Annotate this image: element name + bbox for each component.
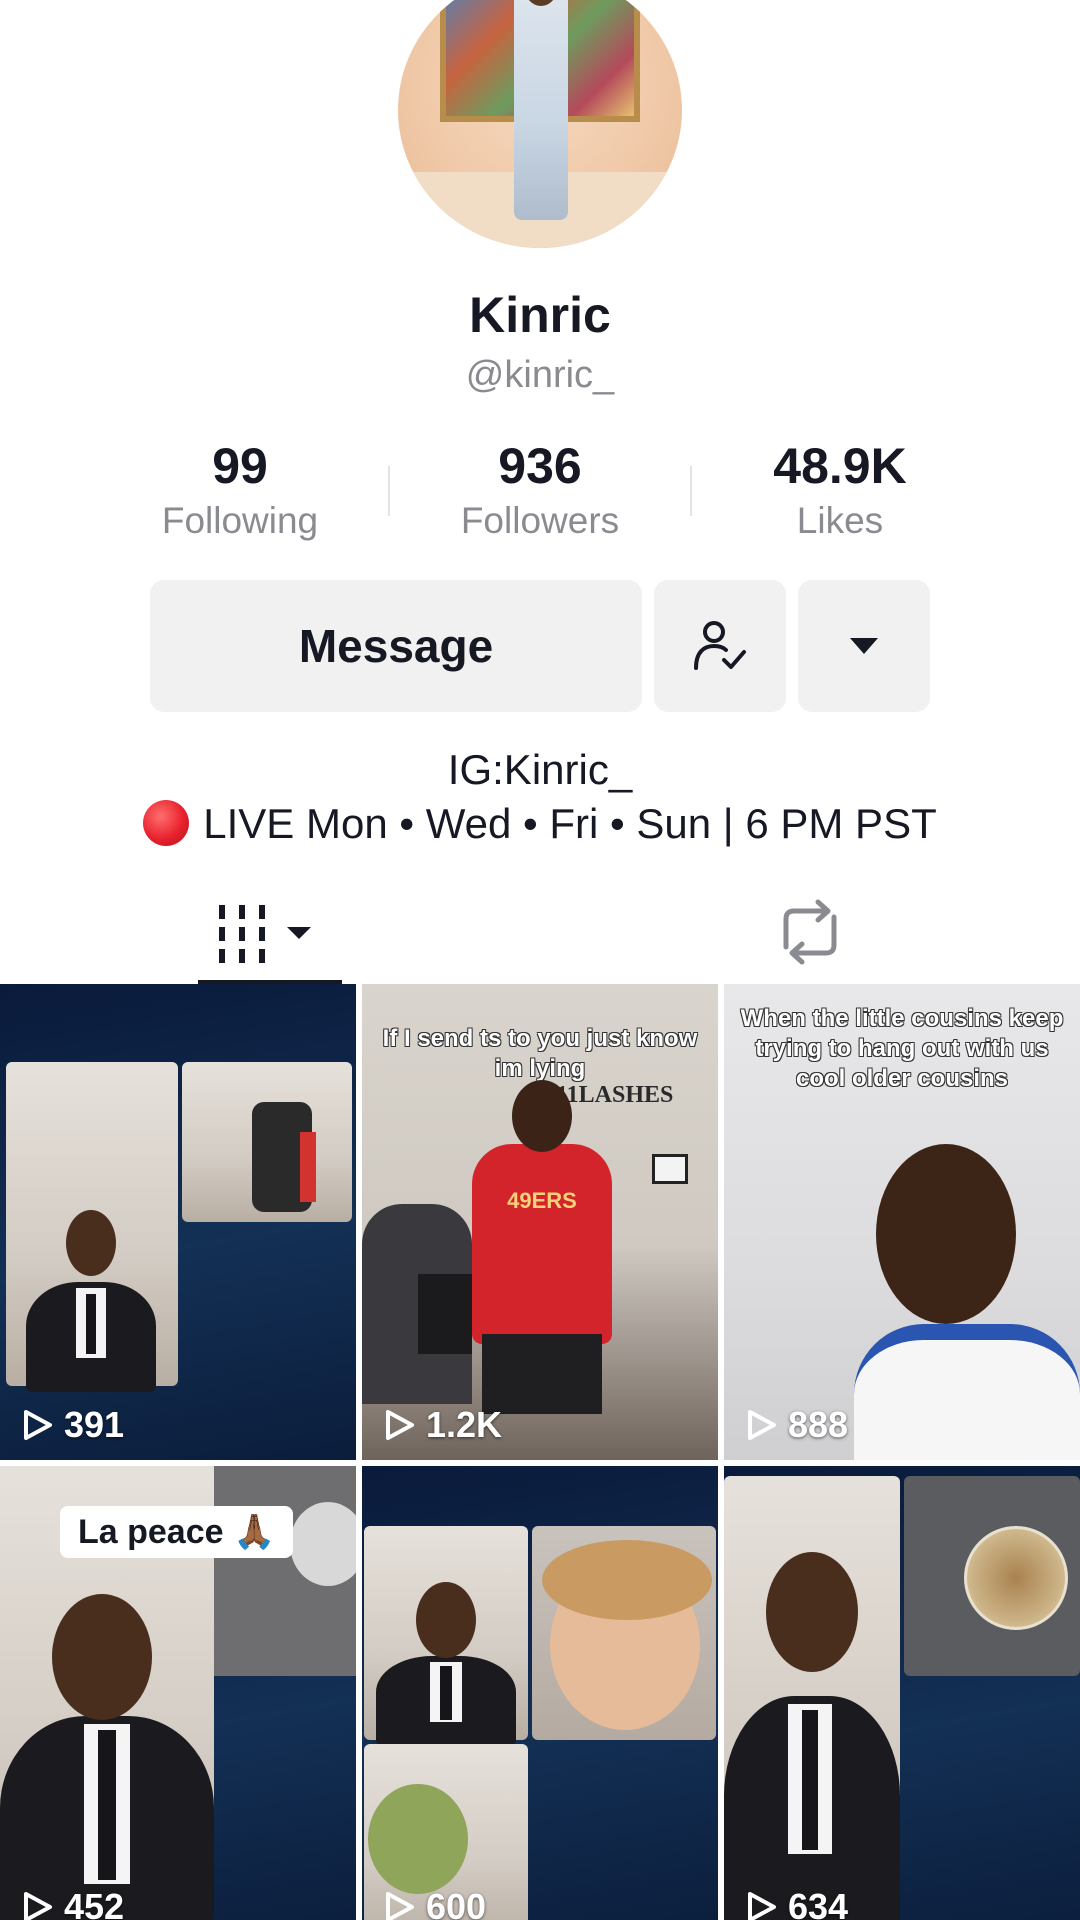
stats-divider bbox=[690, 466, 692, 516]
stat-followers-label: Followers bbox=[460, 500, 620, 541]
video-thumbnail[interactable]: La peace 🙏🏾 452 bbox=[0, 1466, 356, 1920]
thumbnail-figure bbox=[482, 1334, 602, 1414]
view-count-text: 634 bbox=[788, 1886, 849, 1920]
shirt-text: 49ERS bbox=[507, 1188, 577, 1213]
thumbnail-figure bbox=[66, 1210, 116, 1276]
video-thumbnail[interactable]: 600 bbox=[362, 1466, 718, 1920]
profile-avatar[interactable] bbox=[398, 0, 682, 248]
thumbnail-figure bbox=[766, 1552, 858, 1672]
video-thumbnail[interactable]: 634 bbox=[724, 1466, 1080, 1920]
stat-likes-label: Likes bbox=[796, 500, 884, 541]
bio-live-text: LIVE Mon • Wed • Fri • Sun | 6 PM PST bbox=[203, 800, 937, 847]
view-count-text: 888 bbox=[788, 1404, 849, 1445]
caret-down-icon bbox=[850, 638, 878, 654]
thumbnail-inset bbox=[182, 1062, 352, 1222]
tab-reposts[interactable] bbox=[540, 880, 1080, 984]
play-icon bbox=[748, 1410, 776, 1440]
view-count-text: 391 bbox=[64, 1404, 125, 1445]
thumbnail-figure bbox=[98, 1730, 116, 1880]
stat-followers-count: 936 bbox=[498, 438, 582, 494]
stat-likes[interactable]: 48.9K Likes bbox=[710, 438, 970, 542]
stat-following-label: Following bbox=[161, 500, 319, 541]
thumbnail-inset bbox=[364, 1526, 528, 1746]
bio-line-live-schedule: LIVE Mon • Wed • Fri • Sun | 6 PM PST bbox=[0, 800, 1080, 848]
play-icon bbox=[386, 1892, 414, 1920]
video-grid: 391 If I send ts to you just know im lyi… bbox=[0, 984, 1080, 1920]
view-count: 1.2K bbox=[382, 1404, 502, 1446]
shopping-bag bbox=[418, 1274, 472, 1354]
thumbnail-figure bbox=[300, 1132, 316, 1202]
thumbnail-figure bbox=[440, 1666, 452, 1720]
thumbnail-figure bbox=[802, 1710, 818, 1850]
tab-videos[interactable] bbox=[0, 880, 540, 984]
thumbnail-figure bbox=[86, 1294, 96, 1354]
red-circle-icon bbox=[143, 800, 190, 846]
thumbnail-inset bbox=[904, 1476, 1080, 1676]
video-thumbnail[interactable]: 391 bbox=[0, 984, 356, 1460]
stat-followers[interactable]: 936 Followers bbox=[410, 438, 670, 542]
profile-handle: @kinric_ bbox=[465, 354, 615, 396]
view-count-text: 452 bbox=[64, 1886, 125, 1920]
video-thumbnail[interactable]: When the little cousins keep trying to h… bbox=[724, 984, 1080, 1460]
thumbnail-figure bbox=[512, 1080, 572, 1152]
view-count: 452 bbox=[20, 1886, 124, 1920]
thumbnail-figure bbox=[290, 1502, 356, 1586]
play-icon bbox=[748, 1892, 776, 1920]
avatar-person bbox=[514, 0, 568, 220]
repost-icon bbox=[783, 899, 837, 965]
video-thumbnail[interactable]: If I send ts to you just know im lying 2… bbox=[362, 984, 718, 1460]
view-count: 634 bbox=[744, 1886, 848, 1920]
stat-following[interactable]: 99 Following bbox=[110, 438, 370, 542]
thumbnail-figure bbox=[416, 1582, 476, 1658]
view-count-text: 1.2K bbox=[426, 1404, 503, 1445]
thumbnail-figure bbox=[472, 1144, 612, 1344]
thumbnail-inset bbox=[214, 1466, 356, 1676]
play-icon bbox=[24, 1892, 52, 1920]
profile-name: Kinric bbox=[469, 287, 611, 343]
video-caption: La peace 🙏🏾 bbox=[60, 1506, 294, 1558]
stat-likes-count: 48.9K bbox=[773, 438, 907, 494]
stat-following-count: 99 bbox=[212, 438, 268, 494]
thumbnail-inset bbox=[532, 1526, 716, 1740]
play-icon bbox=[24, 1410, 52, 1440]
more-options-button[interactable] bbox=[798, 580, 930, 712]
play-icon bbox=[386, 1410, 414, 1440]
thumbnail-figure bbox=[964, 1526, 1068, 1630]
profile-tabs bbox=[0, 880, 1080, 984]
view-count: 888 bbox=[744, 1404, 848, 1446]
thumbnail-figure bbox=[52, 1594, 152, 1720]
following-status-button[interactable] bbox=[654, 580, 786, 712]
video-caption: If I send ts to you just know im lying bbox=[382, 1025, 698, 1082]
thumbnail-inset bbox=[6, 1062, 178, 1392]
view-count: 391 bbox=[20, 1404, 124, 1446]
video-caption: When the little cousins keep trying to h… bbox=[740, 1005, 1064, 1092]
view-count: 600 bbox=[382, 1886, 486, 1920]
thumbnail-figure bbox=[854, 1324, 1080, 1460]
grid-bars-icon bbox=[219, 905, 311, 963]
stats-divider bbox=[388, 466, 390, 516]
user-check-icon bbox=[694, 621, 746, 670]
thumbnail-figure bbox=[368, 1784, 468, 1894]
view-count-text: 600 bbox=[426, 1886, 487, 1920]
ring-light bbox=[652, 1154, 688, 1184]
message-button[interactable]: Message bbox=[150, 580, 642, 712]
thumbnail-inset bbox=[724, 1476, 900, 1920]
profile-stats: 99 Following 936 Followers 48.9K Likes bbox=[0, 438, 1080, 548]
thumbnail-figure bbox=[542, 1540, 712, 1620]
thumbnail-figure bbox=[876, 1144, 1016, 1324]
bio-line-instagram: IG:Kinric_ bbox=[447, 746, 633, 793]
